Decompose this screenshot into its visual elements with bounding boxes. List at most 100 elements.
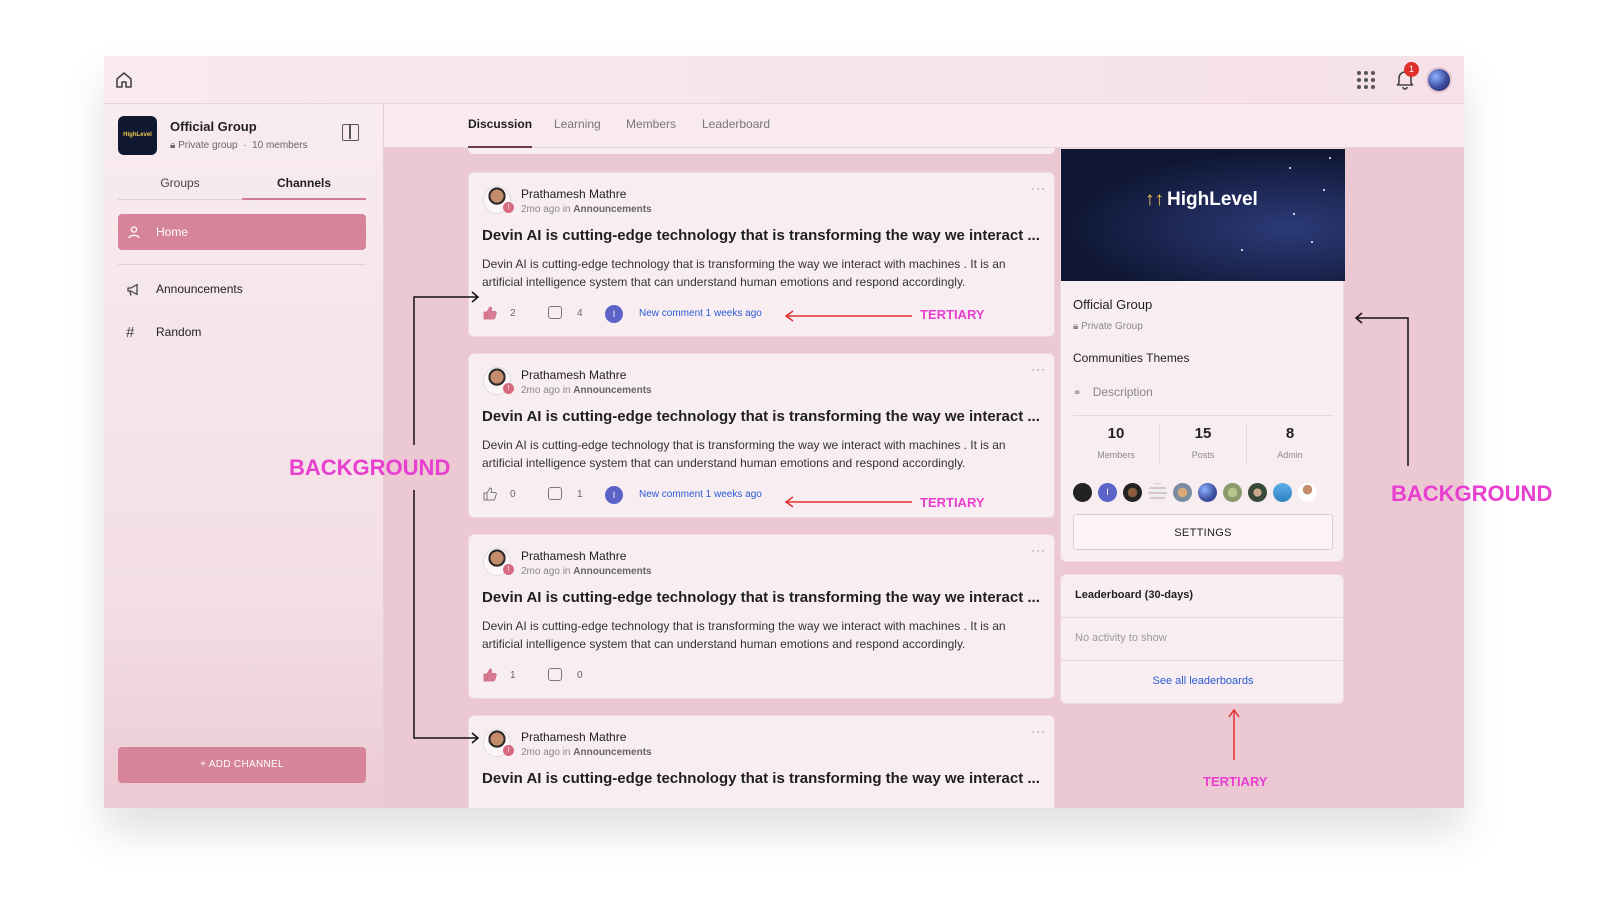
main-tabs: Discussion Learning Members Leaderboard <box>384 104 1464 148</box>
notification-badge: 1 <box>1404 62 1419 77</box>
more-options-icon[interactable]: ··· <box>1031 181 1046 195</box>
sidebar-item-label: Announcements <box>156 282 243 296</box>
divider <box>1061 660 1345 661</box>
hash-icon: # <box>126 324 135 341</box>
tab-channels[interactable]: Channels <box>242 174 366 200</box>
comment-icon[interactable] <box>548 306 562 319</box>
post-time: 2mo ago in <box>521 747 571 758</box>
collapse-sidebar-icon[interactable] <box>342 124 359 141</box>
thumbs-up-icon[interactable] <box>482 486 498 502</box>
post-card[interactable]: ! Prathamesh Mathre 2mo ago in Announcem… <box>468 353 1055 518</box>
lock-icon: 🔒︎ <box>170 140 176 151</box>
member-avatar[interactable]: I <box>1098 483 1117 502</box>
see-all-leaderboards-link[interactable]: See all leaderboards <box>1061 675 1345 687</box>
post-body: Devin AI is cutting-edge technology that… <box>482 619 1006 651</box>
post-title[interactable]: Devin AI is cutting-edge technology that… <box>482 589 1040 606</box>
post-author[interactable]: Prathamesh Mathre <box>521 730 626 744</box>
annotation-tertiary: TERTIARY <box>1203 774 1268 789</box>
sidebar-item-home[interactable]: Home <box>118 214 366 250</box>
comment-count: 4 <box>577 308 583 319</box>
sidebar-item-announcements[interactable]: Announcements <box>118 274 366 304</box>
member-avatar[interactable] <box>1273 483 1292 502</box>
users-icon <box>128 226 140 239</box>
tab-groups[interactable]: Groups <box>118 174 242 200</box>
thumbs-up-icon[interactable] <box>482 305 498 321</box>
post-title[interactable]: Devin AI is cutting-edge technology that… <box>482 408 1040 425</box>
annotation-tertiary: TERTIARY <box>920 495 985 510</box>
more-options-icon[interactable]: ··· <box>1031 543 1046 557</box>
group-meta: 🔒︎ Private group · 10 members <box>170 140 308 151</box>
apps-grid-icon[interactable] <box>1357 71 1375 89</box>
about-themes[interactable]: Communities Themes <box>1073 351 1189 365</box>
sidebar-item-label: Home <box>156 225 189 239</box>
post-author[interactable]: Prathamesh Mathre <box>521 187 626 201</box>
sidebar-item-label: Random <box>156 325 202 339</box>
post-card[interactable]: ! Prathamesh Mathre 2mo ago in Announcem… <box>468 715 1055 808</box>
tab-discussion[interactable]: Discussion <box>468 117 533 148</box>
stat-label: Members <box>1097 450 1135 460</box>
post-meta: 2mo ago in Announcements <box>521 747 652 758</box>
divider <box>1073 415 1333 416</box>
post-author[interactable]: Prathamesh Mathre <box>521 549 626 563</box>
comment-icon[interactable] <box>548 668 562 681</box>
stat-value: 10 <box>1107 425 1125 442</box>
group-banner: ↑↑ HighLevel <box>1061 149 1345 281</box>
about-description[interactable]: ⚭ Description <box>1073 385 1153 399</box>
post-body: Devin AI is cutting-edge technology that… <box>482 438 1006 470</box>
sidebar-item-random[interactable]: # Random <box>118 317 366 347</box>
member-avatar[interactable] <box>1298 483 1317 502</box>
stat-admin[interactable]: 8 Admin <box>1247 425 1333 460</box>
post-author[interactable]: Prathamesh Mathre <box>521 368 626 382</box>
new-comment-link[interactable]: New comment 1 weeks ago <box>639 308 762 319</box>
stat-value: 15 <box>1194 425 1212 442</box>
stat-posts[interactable]: 15 Posts <box>1160 425 1246 460</box>
stat-members[interactable]: 10 Members <box>1073 425 1159 460</box>
group-member-count: 10 members <box>252 140 308 151</box>
lock-icon: 🔒︎ <box>1073 321 1079 332</box>
post-title[interactable]: Devin AI is cutting-edge technology that… <box>482 770 1040 787</box>
comment-count: 1 <box>577 489 583 500</box>
home-icon[interactable] <box>114 70 134 90</box>
tab-leaderboard[interactable]: Leaderboard <box>702 117 770 148</box>
highlevel-logo: ↑↑ HighLevel <box>1145 189 1258 210</box>
tab-members[interactable]: Members <box>626 117 676 148</box>
member-avatar[interactable] <box>1148 483 1167 502</box>
settings-button[interactable]: SETTINGS <box>1073 514 1333 550</box>
member-avatar[interactable] <box>1223 483 1242 502</box>
post-meta: 2mo ago in Announcements <box>521 566 652 577</box>
group-logo: HighLevel <box>118 116 157 155</box>
app-window: 1 HighLevel Official Group 🔒︎ Private gr… <box>104 56 1464 808</box>
post-card[interactable]: ! Prathamesh Mathre 2mo ago in Announcem… <box>468 534 1055 699</box>
stat-label: Admin <box>1277 450 1303 460</box>
admin-badge: ! <box>503 202 514 213</box>
post-time: 2mo ago in <box>521 204 571 215</box>
more-options-icon[interactable]: ··· <box>1031 362 1046 376</box>
post-channel[interactable]: Announcements <box>573 566 651 577</box>
sidebar-divider <box>118 264 366 265</box>
like-count: 1 <box>510 670 516 681</box>
post-time: 2mo ago in <box>521 566 571 577</box>
post-channel[interactable]: Announcements <box>573 204 651 215</box>
more-options-icon[interactable]: ··· <box>1031 724 1046 738</box>
post-channel[interactable]: Announcements <box>573 747 651 758</box>
post-channel[interactable]: Announcements <box>573 385 651 396</box>
member-avatar[interactable] <box>1248 483 1267 502</box>
user-avatar[interactable] <box>1426 67 1452 93</box>
admin-badge: ! <box>503 745 514 756</box>
top-bar: 1 <box>104 56 1464 104</box>
like-count: 0 <box>510 489 516 500</box>
group-name: Official Group <box>170 119 257 134</box>
thumbs-up-icon[interactable] <box>482 667 498 683</box>
tab-learning[interactable]: Learning <box>554 117 601 148</box>
post-title[interactable]: Devin AI is cutting-edge technology that… <box>482 227 1040 244</box>
member-avatar[interactable] <box>1173 483 1192 502</box>
new-comment-link[interactable]: New comment 1 weeks ago <box>639 489 762 500</box>
commenter-avatar: I <box>605 486 623 504</box>
sidebar-tabs: Groups Channels <box>118 174 366 200</box>
member-avatar[interactable] <box>1198 483 1217 502</box>
add-channel-button[interactable]: + ADD CHANNEL <box>118 747 366 783</box>
member-avatar[interactable] <box>1073 483 1092 502</box>
divider <box>1061 617 1345 618</box>
comment-icon[interactable] <box>548 487 562 500</box>
member-avatar[interactable] <box>1123 483 1142 502</box>
